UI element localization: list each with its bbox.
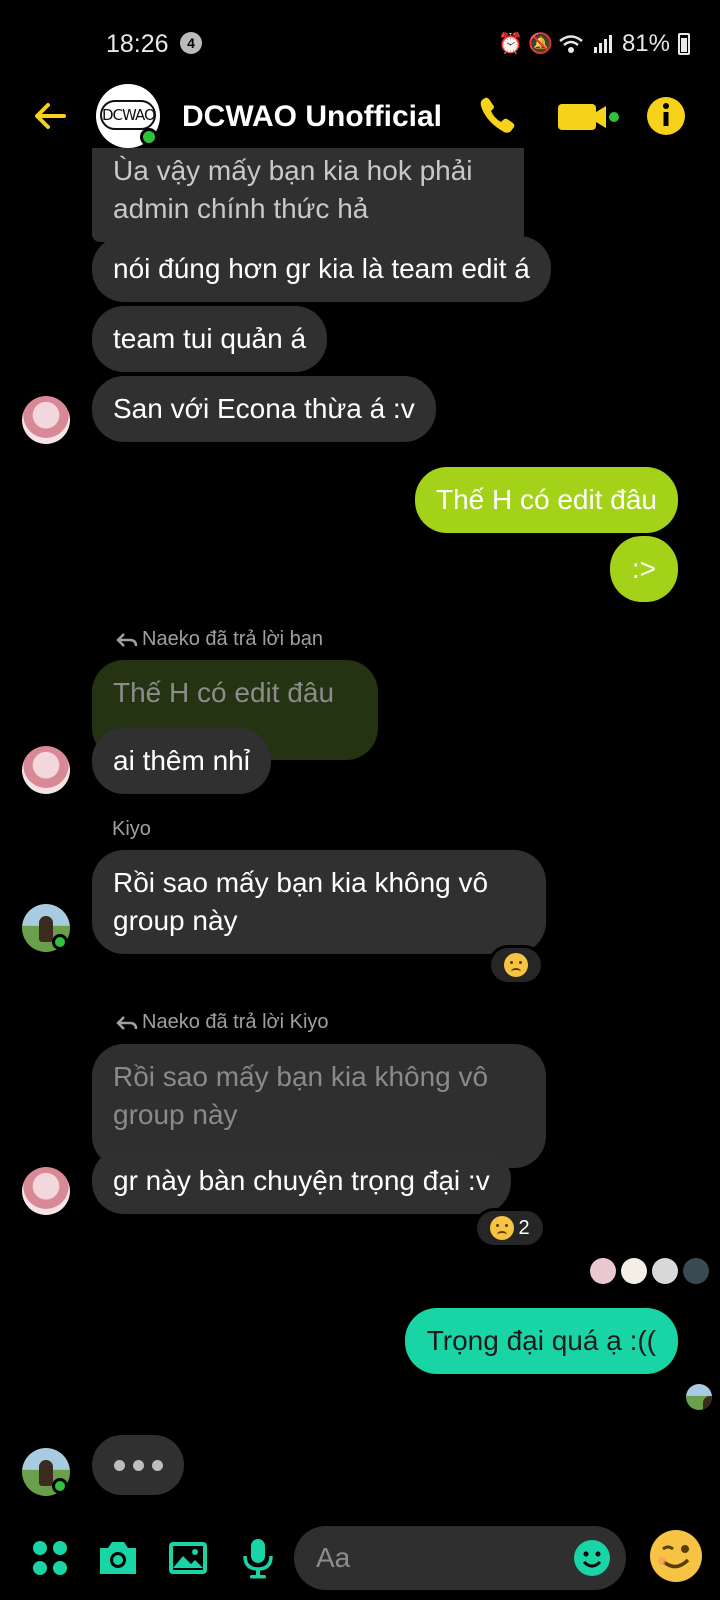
message-bubble[interactable]: team tui quản á: [92, 306, 328, 372]
outgoing-message-bubble[interactable]: Trọng đại quá ạ :((: [404, 1308, 678, 1374]
mute-icon: 🔕: [527, 33, 553, 55]
seen-avatar[interactable]: [590, 1258, 616, 1284]
reply-label-text: Naeko đã trả lời bạn: [142, 628, 323, 650]
status-bar: 18:26 4 ⏰ 🔕 81%: [0, 0, 720, 80]
microphone-icon[interactable]: [234, 1534, 282, 1582]
group-logo: DCWAO: [100, 100, 156, 130]
message-reaction[interactable]: [488, 945, 544, 985]
back-arrow-icon[interactable]: [28, 94, 72, 138]
status-icons: ⏰ 🔕 81%: [498, 30, 690, 58]
battery-icon: [678, 33, 690, 55]
sad-emoji-icon: [490, 1216, 515, 1240]
alarm-icon: ⏰: [497, 33, 523, 55]
message-bubble[interactable]: Ùa vậy mấy bạn kia hok phải admin chính …: [92, 148, 524, 242]
message-reaction[interactable]: 2: [474, 1208, 546, 1248]
reaction-count: 2: [518, 1216, 530, 1239]
typing-dot: [151, 1459, 163, 1471]
sender-name: Kiyo: [112, 818, 151, 840]
seen-avatar[interactable]: [683, 1258, 709, 1284]
reply-indicator: Naeko đã trả lời Kiyo: [116, 1011, 329, 1034]
message-bubble[interactable]: San với Econa thừa á :v: [92, 376, 436, 442]
phone-icon[interactable]: [474, 92, 518, 140]
seen-avatar[interactable]: [652, 1258, 678, 1284]
message-bubble[interactable]: Rồi sao mấy bạn kia không vô group này: [92, 850, 546, 954]
reply-arrow-icon: [116, 1015, 138, 1030]
apps-grid-icon[interactable]: [26, 1534, 74, 1582]
typing-indicator: [92, 1435, 184, 1495]
video-camera-icon[interactable]: [556, 92, 620, 140]
reply-arrow-icon: [116, 632, 138, 647]
seen-avatar[interactable]: [621, 1258, 647, 1284]
notification-count-badge: 4: [180, 32, 202, 54]
online-status-dot: [140, 128, 158, 146]
avatar-naeko[interactable]: [22, 396, 70, 444]
info-icon[interactable]: [644, 92, 688, 140]
online-status-dot: [52, 1478, 68, 1494]
gallery-icon[interactable]: [164, 1534, 212, 1582]
outgoing-message-bubble[interactable]: Thế H có edit đâu: [414, 467, 678, 533]
battery-percent: 81%: [621, 30, 670, 57]
reply-label-text: Naeko đã trả lời Kiyo: [142, 1011, 329, 1033]
online-status-dot: [52, 934, 68, 950]
seen-avatar[interactable]: [686, 1384, 712, 1410]
camera-icon[interactable]: [94, 1534, 142, 1582]
avatar-naeko[interactable]: [22, 1167, 70, 1215]
status-time: 18:26: [106, 30, 169, 58]
message-composer: [0, 1520, 720, 1600]
wink-emoji-icon[interactable]: [648, 1528, 704, 1584]
typing-dot: [113, 1459, 125, 1471]
outgoing-message-bubble[interactable]: :>: [609, 536, 678, 602]
message-bubble[interactable]: ai thêm nhỉ: [92, 728, 271, 794]
signal-icon: [593, 35, 612, 53]
emoji-icon[interactable]: [572, 1538, 612, 1578]
typing-dot: [132, 1459, 144, 1471]
avatar-naeko[interactable]: [22, 746, 70, 794]
sad-emoji-icon: [504, 953, 528, 977]
message-bubble[interactable]: nói đúng hơn gr kia là team edit á: [92, 236, 551, 302]
message-bubble[interactable]: gr này bàn chuyện trọng đại :v: [92, 1148, 511, 1214]
reply-indicator: Naeko đã trả lời bạn: [116, 628, 323, 651]
chat-title[interactable]: DCWAO Unofficial: [182, 100, 442, 134]
wifi-icon: [559, 35, 583, 53]
